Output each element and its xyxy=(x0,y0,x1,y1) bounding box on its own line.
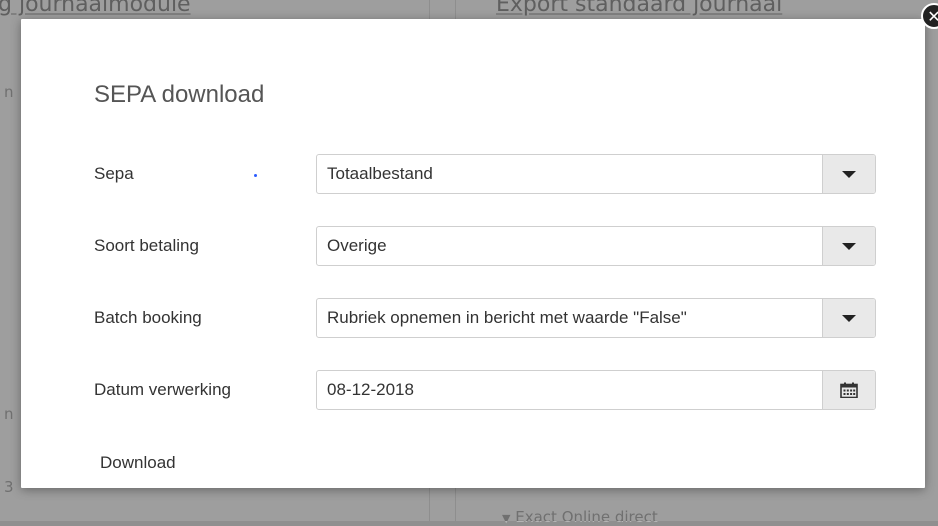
batch-booking-select[interactable]: Rubriek opnemen in bericht met waarde "F… xyxy=(316,298,876,338)
soort-betaling-row: Soort betaling Overige xyxy=(94,226,894,266)
indicator-dot xyxy=(254,174,257,177)
download-link[interactable]: Download xyxy=(100,453,176,473)
batch-booking-dropdown-button[interactable] xyxy=(822,299,875,337)
batch-booking-label: Batch booking xyxy=(94,308,202,327)
batch-booking-select-value: Rubriek opnemen in bericht met waarde "F… xyxy=(327,308,687,327)
soort-betaling-dropdown-button[interactable] xyxy=(822,227,875,265)
sepa-dropdown-button[interactable] xyxy=(822,155,875,193)
sepa-select-value: Totaalbestand xyxy=(327,164,433,183)
soort-betaling-select-value: Overige xyxy=(327,236,387,255)
soort-betaling-select[interactable]: Overige xyxy=(316,226,876,266)
sepa-download-dialog: SEPA download Sepa Totaalbestand Soort b… xyxy=(21,19,925,488)
sepa-row: Sepa Totaalbestand xyxy=(94,154,894,194)
sepa-label: Sepa xyxy=(94,164,134,183)
batch-booking-row: Batch booking Rubriek opnemen in bericht… xyxy=(94,298,894,338)
calendar-icon xyxy=(840,382,858,398)
dialog-title: SEPA download xyxy=(94,81,265,108)
datum-verwerking-row: Datum verwerking 08-12-2018 xyxy=(94,370,894,410)
soort-betaling-label: Soort betaling xyxy=(94,236,199,255)
chevron-down-icon xyxy=(842,314,856,322)
chevron-down-icon xyxy=(842,242,856,250)
datum-verwerking-label: Datum verwerking xyxy=(94,380,231,399)
sepa-select[interactable]: Totaalbestand xyxy=(316,154,876,194)
chevron-down-icon xyxy=(842,170,856,178)
datum-verwerking-value: 08-12-2018 xyxy=(327,380,414,399)
datum-verwerking-input[interactable]: 08-12-2018 xyxy=(316,370,876,410)
datepicker-button[interactable] xyxy=(822,371,875,409)
